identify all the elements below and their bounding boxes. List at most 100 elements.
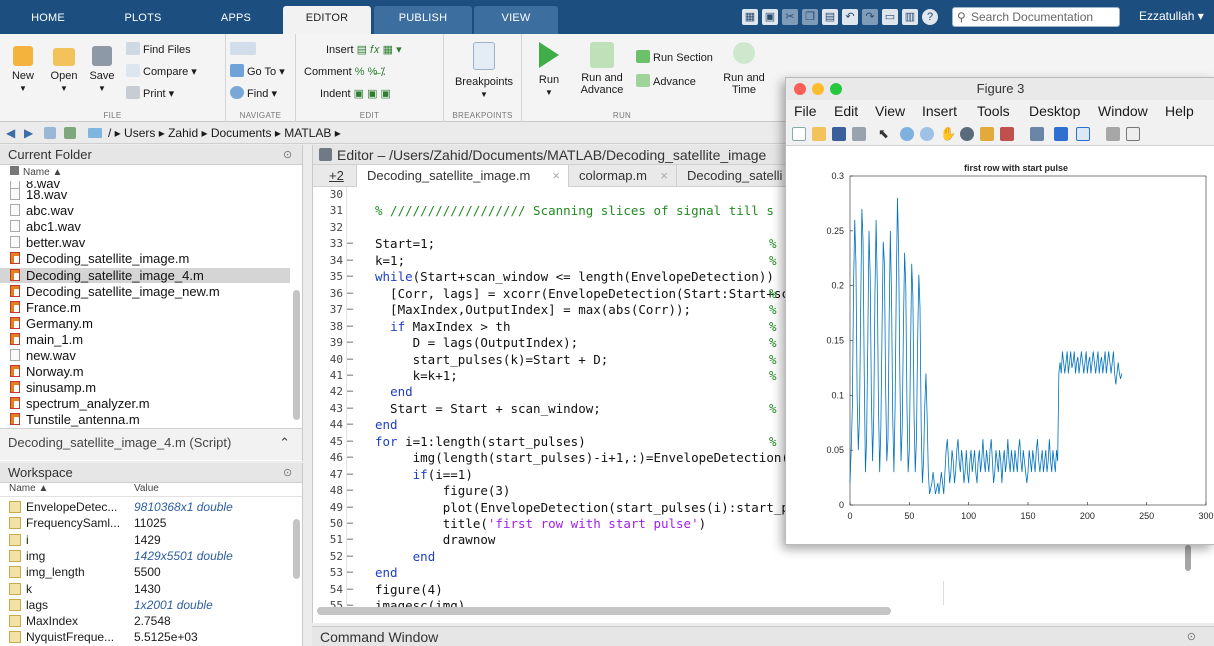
file-item[interactable]: sinusamp.m: [10, 380, 96, 395]
breakpoint-dash[interactable]: –: [347, 484, 353, 496]
tab-home[interactable]: HOME: [0, 6, 96, 34]
path-documents[interactable]: Documents: [211, 126, 272, 140]
name-column-header[interactable]: Name ▲: [10, 166, 62, 178]
paste-icon[interactable]: ▤: [822, 9, 838, 25]
breakpoint-dash[interactable]: –: [347, 303, 353, 315]
close-tab-icon[interactable]: ×: [552, 165, 560, 187]
path-root[interactable]: /: [108, 126, 111, 140]
folder-scrollbar[interactable]: [293, 290, 300, 420]
goto-button[interactable]: Go To ▾: [230, 64, 285, 80]
tab-plots[interactable]: PLOTS: [97, 6, 189, 34]
tab-overflow-indicator[interactable]: +2: [313, 165, 357, 187]
file-item[interactable]: Decoding_satellite_image_new.m: [10, 284, 220, 299]
zoom-in-icon[interactable]: [900, 127, 914, 141]
search-documentation-input[interactable]: ⚲ Search Documentation: [952, 7, 1120, 27]
menu-help[interactable]: Help: [1165, 100, 1194, 122]
legend-icon[interactable]: [1076, 127, 1090, 141]
breakpoint-dash[interactable]: –: [347, 402, 353, 414]
menu-insert[interactable]: Insert: [922, 100, 957, 122]
run-button[interactable]: Run ▼: [532, 42, 566, 99]
save-quick-icon[interactable]: ▣: [762, 9, 778, 25]
file-item[interactable]: main_1.m: [10, 332, 83, 347]
advance-button[interactable]: Advance: [636, 74, 696, 90]
workspace-menu-icon[interactable]: ⊙: [283, 466, 292, 479]
up-folder-icon[interactable]: [44, 127, 56, 139]
command-window-bar[interactable]: Command Window ⊙: [312, 626, 1214, 646]
back-arrow-icon[interactable]: ◀: [6, 122, 15, 144]
panel-menu-icon[interactable]: ⊙: [283, 148, 292, 161]
save-button[interactable]: Save ▼: [86, 42, 118, 95]
print-button[interactable]: Print ▾: [126, 86, 174, 102]
file-item[interactable]: Decoding_satellite_image.m: [10, 251, 189, 266]
file-item[interactable]: abc.wav: [10, 203, 74, 218]
menu-edit[interactable]: Edit: [834, 100, 858, 122]
file-item[interactable]: Decoding_satellite_image_4.m: [0, 267, 290, 283]
breakpoint-dash[interactable]: –: [347, 566, 353, 578]
file-item[interactable]: 18.wav: [10, 187, 67, 202]
editor-tab-decoding[interactable]: Decoding_satellite_image.m ×: [357, 165, 569, 187]
breakpoint-dash[interactable]: –: [347, 517, 353, 529]
forward-arrow-icon[interactable]: ▶: [24, 122, 33, 144]
path-matlab[interactable]: MATLAB: [284, 126, 331, 140]
tab-publish[interactable]: PUBLISH: [374, 6, 472, 34]
breakpoint-dash[interactable]: –: [347, 287, 353, 299]
file-item[interactable]: Norway.m: [10, 364, 84, 379]
ws-col-value[interactable]: Value: [134, 483, 159, 494]
breakpoint-dash[interactable]: –: [347, 385, 353, 397]
breakpoint-dash[interactable]: –: [347, 501, 353, 513]
breakpoint-dash[interactable]: –: [347, 353, 353, 365]
variable-row[interactable]: img 1429x5501 double: [0, 548, 290, 564]
help-icon[interactable]: ?: [922, 9, 938, 25]
file-item[interactable]: abc1.wav: [10, 219, 81, 234]
find-files-button[interactable]: Find Files: [126, 42, 191, 58]
breakpoint-dash[interactable]: –: [347, 254, 353, 266]
file-item[interactable]: spectrum_analyzer.m: [10, 396, 150, 411]
menu-file[interactable]: File: [794, 100, 817, 122]
breakpoint-dash[interactable]: –: [347, 435, 353, 447]
hide-tools-icon[interactable]: [1106, 127, 1120, 141]
menu-tools[interactable]: Tools: [977, 100, 1010, 122]
editor-v-scrollbar[interactable]: [1185, 545, 1191, 571]
variable-row[interactable]: EnvelopeDetec... 9810368x1 double: [0, 499, 290, 515]
breakpoint-dash[interactable]: –: [347, 320, 353, 332]
breakpoint-dash[interactable]: –: [347, 550, 353, 562]
breakpoint-dash[interactable]: –: [347, 583, 353, 595]
chevron-up-icon[interactable]: ⌃: [279, 429, 290, 457]
back-forward-button[interactable]: [230, 42, 259, 58]
breakpoint-dash[interactable]: –: [347, 418, 353, 430]
editor-h-scrollbar[interactable]: [317, 607, 891, 615]
dock-icon[interactable]: [1126, 127, 1140, 141]
switch-windows-icon[interactable]: ▭: [882, 9, 898, 25]
file-item[interactable]: Tunstile_antenna.m: [10, 412, 140, 427]
breakpoints-button[interactable]: Breakpoints ▼: [452, 42, 516, 101]
menu-window[interactable]: Window: [1098, 100, 1148, 122]
pan-hand-icon[interactable]: ✋: [940, 127, 956, 141]
workspace-scrollbar[interactable]: [293, 519, 300, 579]
find-button[interactable]: Find ▾: [230, 86, 277, 102]
variable-row[interactable]: NyquistFreque... 5.5125e+03: [0, 629, 290, 645]
breakpoint-dash[interactable]: –: [347, 533, 353, 545]
comment-button[interactable]: Comment % %̶ ⁒: [304, 64, 385, 80]
file-item[interactable]: Germany.m: [10, 316, 93, 331]
variable-row[interactable]: lags 1x2001 double: [0, 597, 290, 613]
cut-icon[interactable]: ✂: [782, 9, 798, 25]
variable-row[interactable]: k 1430: [0, 581, 290, 597]
pointer-icon[interactable]: ⬉: [878, 127, 892, 141]
data-cursor-icon[interactable]: [980, 127, 994, 141]
run-and-advance-button[interactable]: Run and Advance: [578, 42, 626, 96]
shortcuts-icon[interactable]: ▥: [902, 9, 918, 25]
compare-button[interactable]: Compare ▾: [126, 64, 197, 80]
print-figure-icon[interactable]: [852, 127, 866, 141]
breakpoint-dash[interactable]: –: [347, 468, 353, 480]
breakpoint-dash[interactable]: –: [347, 237, 353, 249]
path-users[interactable]: Users: [124, 126, 155, 140]
variable-row[interactable]: img_length 5500: [0, 564, 290, 580]
variable-row[interactable]: MaxIndex 2.7548: [0, 613, 290, 629]
insert-button[interactable]: Insert ▤ 𝑓𝑥 ▦ ▾: [326, 42, 402, 58]
indent-button[interactable]: Indent ▣ ▣ ▣: [320, 86, 391, 102]
run-section-button[interactable]: Run Section: [636, 50, 713, 66]
open-figure-icon[interactable]: [812, 127, 826, 141]
layout-icon[interactable]: ▦: [742, 9, 758, 25]
redo-icon[interactable]: ↷: [862, 9, 878, 25]
tab-view[interactable]: VIEW: [474, 6, 558, 34]
